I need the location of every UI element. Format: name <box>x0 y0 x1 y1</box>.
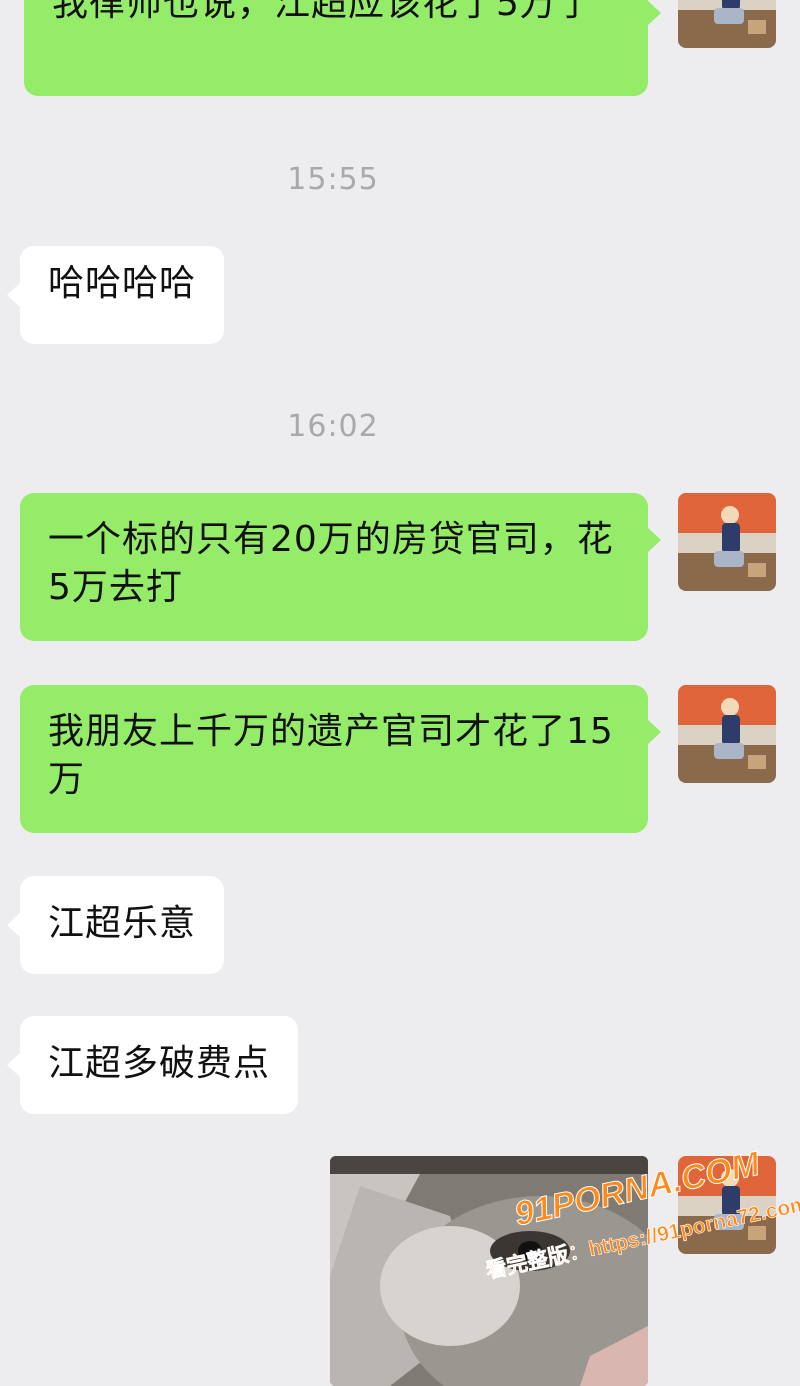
sent-image-message[interactable] <box>330 1156 648 1386</box>
user-avatar[interactable] <box>678 493 776 591</box>
cat-photo-icon <box>330 1156 648 1386</box>
sent-message-bubble[interactable]: 我律师也说，江超应该花了5万了 <box>24 0 661 96</box>
message-text: 我律师也说，江超应该花了5万了 <box>52 0 594 24</box>
message-text: 江超乐意 <box>48 903 197 944</box>
message-text: 一个标的只有20万的房贷官司，花5万去打 <box>48 519 614 608</box>
message-text: 江超多破费点 <box>48 1043 271 1084</box>
timestamp: 15:55 <box>287 162 379 197</box>
message-text: 我朋友上千万的遗产官司才花了15万 <box>48 711 614 800</box>
user-avatar[interactable] <box>678 0 776 48</box>
received-message-bubble[interactable]: 江超多破费点 <box>6 1016 299 1114</box>
sent-message-bubble[interactable]: 我朋友上千万的遗产官司才花了15万 <box>20 685 661 833</box>
received-message-bubble[interactable]: 江超乐意 <box>6 876 225 974</box>
avatar-photo-icon <box>678 493 776 591</box>
timestamp: 16:02 <box>287 409 379 444</box>
user-avatar[interactable] <box>678 685 776 783</box>
sent-message-bubble[interactable]: 一个标的只有20万的房贷官司，花5万去打 <box>20 493 661 641</box>
avatar-photo-icon <box>678 685 776 783</box>
avatar-photo-icon <box>678 1156 776 1254</box>
message-text: 哈哈哈哈 <box>48 263 197 304</box>
received-message-bubble[interactable]: 哈哈哈哈 <box>6 246 225 344</box>
avatar-photo-icon <box>678 0 776 48</box>
user-avatar[interactable] <box>678 1156 776 1254</box>
